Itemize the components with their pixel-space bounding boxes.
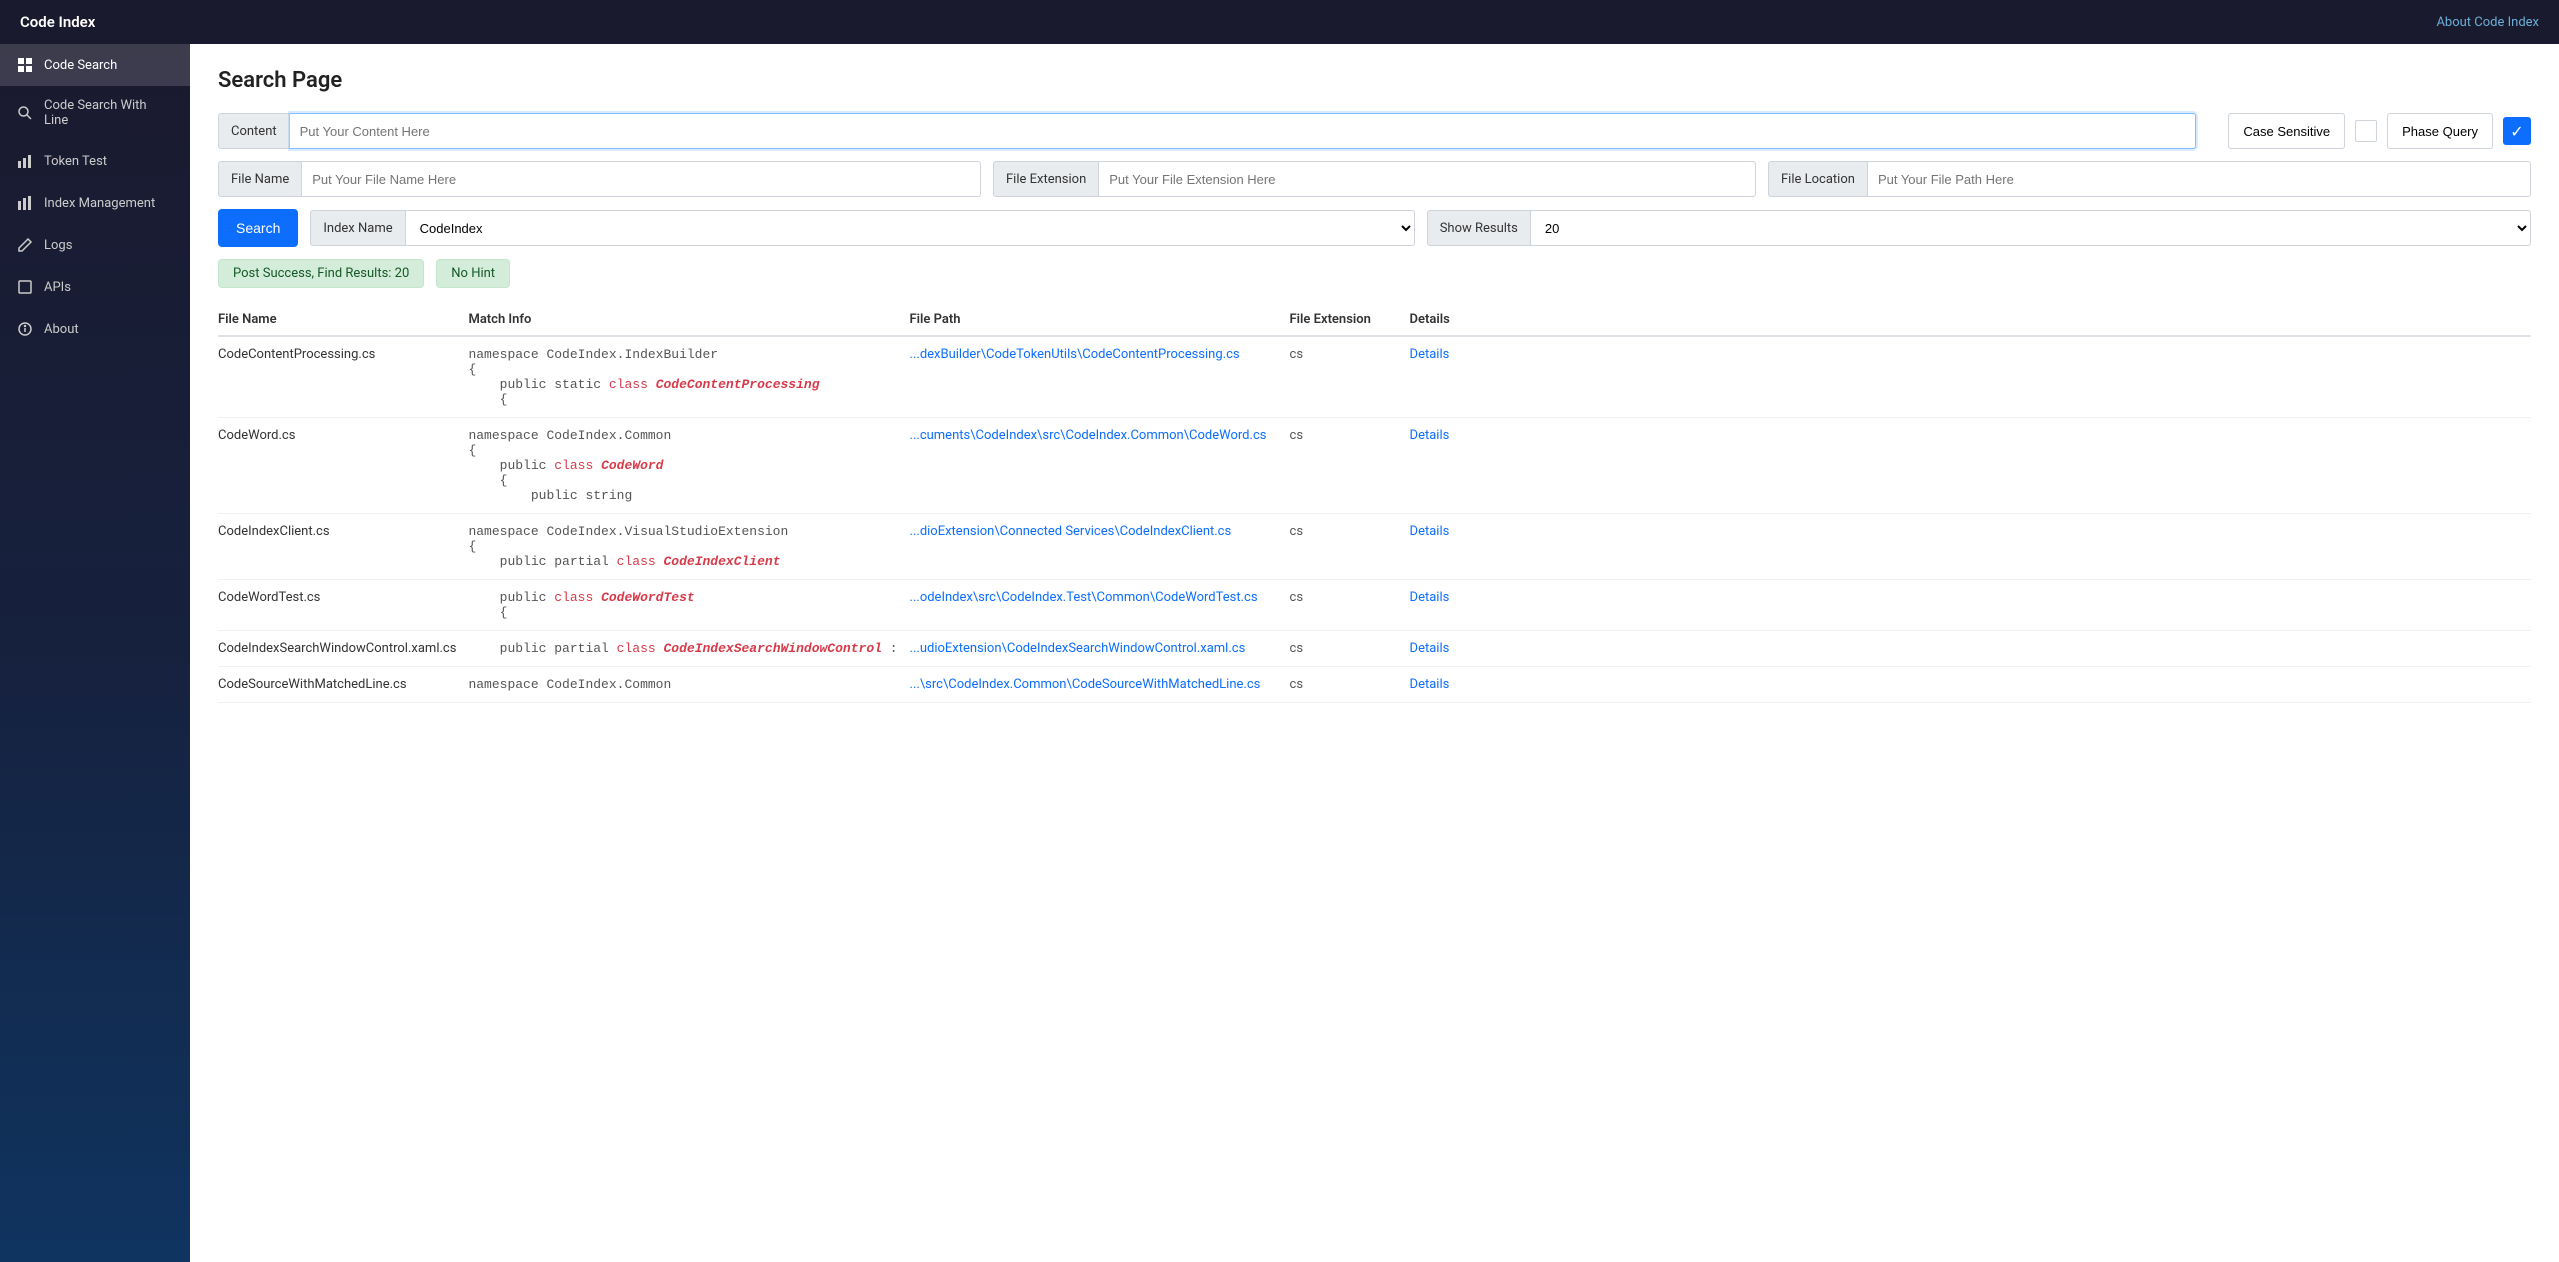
details-link[interactable]: Details [1410,590,1450,605]
bar-chart-2-icon [16,194,34,212]
cell-file-name: CodeContentProcessing.cs [218,336,468,418]
details-link[interactable]: Details [1410,347,1450,362]
phase-query-checkbox[interactable]: ✓ [2503,117,2531,145]
edit-icon [16,236,34,254]
col-extension: File Extension [1290,304,1410,336]
top-bar: Code Index About Code Index [0,0,2559,44]
cell-extension: cs [1290,631,1410,667]
col-match-info: Match Info [468,304,909,336]
bar-chart-icon [16,152,34,170]
sidebar-item-label: Logs [44,238,72,253]
table-row: CodeContentProcessing.cs namespace CodeI… [218,336,2531,418]
cell-file-path: ...udioExtension\CodeIndexSearchWindowCo… [910,631,1290,667]
table-header-row: File Name Match Info File Path File Exte… [218,304,2531,336]
show-results-label: Show Results [1427,210,1531,246]
cell-file-name: CodeIndexSearchWindowControl.xaml.cs [218,631,468,667]
case-sensitive-button[interactable]: Case Sensitive [2228,113,2345,149]
sidebar-item-label: Code Search [44,58,117,73]
content-input[interactable] [290,113,2197,149]
sidebar-item-code-search[interactable]: Code Search [0,44,190,86]
cell-details[interactable]: Details [1410,667,2531,703]
cell-details[interactable]: Details [1410,580,2531,631]
col-file-name: File Name [218,304,468,336]
cell-match-info: namespace CodeIndex.Common [468,667,909,703]
cell-match-info: public partial class CodeIndexSearchWind… [468,631,909,667]
file-extension-input[interactable] [1099,161,1756,197]
cell-file-name: CodeWord.cs [218,418,468,514]
table-row: CodeWord.cs namespace CodeIndex.Common {… [218,418,2531,514]
cell-details[interactable]: Details [1410,631,2531,667]
col-file-path: File Path [910,304,1290,336]
table-row: CodeSourceWithMatchedLine.cs namespace C… [218,667,2531,703]
content-label: Content [218,113,290,149]
sidebar-item-label: APIs [44,280,71,295]
details-link[interactable]: Details [1410,677,1450,692]
file-extension-label: File Extension [993,161,1099,197]
search-button[interactable]: Search [218,209,298,247]
cell-details[interactable]: Details [1410,336,2531,418]
cell-file-path: ...dioExtension\Connected Services\CodeI… [910,514,1290,580]
file-location-label: File Location [1768,161,1868,197]
cell-extension: cs [1290,667,1410,703]
sidebar-item-label: Token Test [44,154,107,169]
case-sensitive-checkbox[interactable] [2355,120,2377,142]
cell-match-info: namespace CodeIndex.IndexBuilder { publi… [468,336,909,418]
sidebar-item-logs[interactable]: Logs [0,224,190,266]
file-name-label: File Name [218,161,302,197]
app-body: Code Search Code Search With Line Token … [0,44,2559,1262]
show-results-select[interactable]: 20 50 100 [1531,210,2531,246]
cell-file-name: CodeIndexClient.cs [218,514,468,580]
main-content: Search Page Content Case Sensitive Phase… [190,44,2559,1262]
sidebar-item-index-management[interactable]: Index Management [0,182,190,224]
about-code-index-link[interactable]: About Code Index [2436,15,2539,30]
cell-extension: cs [1290,336,1410,418]
file-name-input[interactable] [302,161,981,197]
app-title: Code Index [20,13,95,31]
file-location-input[interactable] [1868,161,2531,197]
table-row: CodeIndexClient.cs namespace CodeIndex.V… [218,514,2531,580]
details-link[interactable]: Details [1410,428,1450,443]
cell-details[interactable]: Details [1410,418,2531,514]
phase-query-button[interactable]: Phase Query [2387,113,2493,149]
sidebar-item-apis[interactable]: APIs [0,266,190,308]
cell-match-info: namespace CodeIndex.Common { public clas… [468,418,909,514]
page-title: Search Page [218,68,2531,93]
search-icon [16,104,34,122]
details-link[interactable]: Details [1410,641,1450,656]
index-name-label: Index Name [310,210,405,246]
sidebar-item-about[interactable]: About [0,308,190,350]
cell-file-name: CodeWordTest.cs [218,580,468,631]
table-row: CodeWordTest.cs public class CodeWordTes… [218,580,2531,631]
cell-extension: cs [1290,514,1410,580]
cell-file-path: ...\src\CodeIndex.Common\CodeSourceWithM… [910,667,1290,703]
cell-extension: cs [1290,580,1410,631]
grid-icon [16,56,34,74]
cell-match-info: namespace CodeIndex.VisualStudioExtensio… [468,514,909,580]
results-table: File Name Match Info File Path File Exte… [218,304,2531,703]
sidebar-item-code-search-line[interactable]: Code Search With Line [0,86,190,140]
cell-details[interactable]: Details [1410,514,2531,580]
sidebar-item-label: Index Management [44,196,155,211]
cell-file-path: ...dexBuilder\CodeTokenUtils\CodeContent… [910,336,1290,418]
info-icon [16,320,34,338]
details-link[interactable]: Details [1410,524,1450,539]
sidebar-item-label: Code Search With Line [44,98,174,128]
sidebar: Code Search Code Search With Line Token … [0,44,190,1262]
cell-file-name: CodeSourceWithMatchedLine.cs [218,667,468,703]
right-controls: Case Sensitive Phase Query ✓ [2228,113,2531,149]
status-badge: Post Success, Find Results: 20 [218,259,424,288]
sidebar-item-label: About [44,322,79,337]
cell-file-path: ...odeIndex\src\CodeIndex.Test\Common\Co… [910,580,1290,631]
cell-extension: cs [1290,418,1410,514]
col-details: Details [1410,304,2531,336]
hint-badge: No Hint [436,259,510,288]
box-icon [16,278,34,296]
index-name-select[interactable]: CodeIndex [406,210,1415,246]
sidebar-item-token-test[interactable]: Token Test [0,140,190,182]
table-row: CodeIndexSearchWindowControl.xaml.cs pub… [218,631,2531,667]
cell-match-info: public class CodeWordTest { [468,580,909,631]
cell-file-path: ...cuments\CodeIndex\src\CodeIndex.Commo… [910,418,1290,514]
